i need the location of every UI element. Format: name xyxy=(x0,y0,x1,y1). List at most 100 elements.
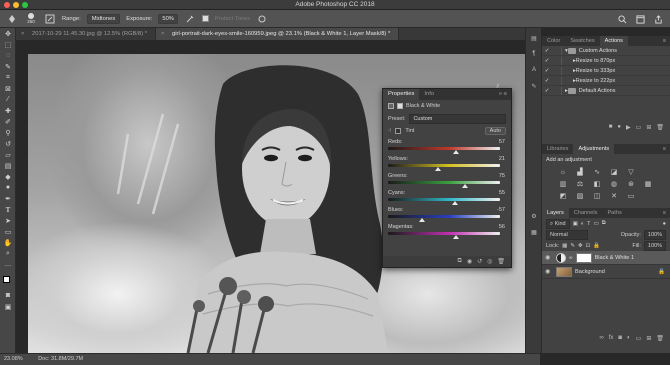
action-set-row[interactable]: ✓ ▾ Custom Actions xyxy=(542,46,670,56)
slider-blues[interactable]: Blues: -57 xyxy=(383,205,511,222)
filter-smart-icon[interactable]: ⧉ xyxy=(602,220,606,227)
slider-cyans[interactable]: Cyans: 55 xyxy=(383,188,511,205)
quick-select-tool-icon[interactable]: ✎ xyxy=(0,61,16,72)
lock-pixels-icon[interactable]: ▦ xyxy=(562,243,567,249)
dodge-tool-icon[interactable]: ● xyxy=(0,182,16,193)
brightness-contrast-icon[interactable]: ☼ xyxy=(558,168,568,177)
move-tool-icon[interactable]: ✥ xyxy=(0,28,16,39)
lock-artboard-icon[interactable]: ⊡ xyxy=(586,243,591,249)
eyedropper-tool-icon[interactable]: ⁄ xyxy=(0,94,16,105)
clip-to-layer-icon[interactable]: ⧉ xyxy=(458,258,462,265)
history-brush-tool-icon[interactable]: ↺ xyxy=(0,138,16,149)
eye-icon[interactable]: ◉ xyxy=(545,268,553,275)
tab-adjustments[interactable]: Adjustments xyxy=(573,144,615,154)
quick-mask-icon[interactable]: ◙ xyxy=(0,290,16,301)
slider-knob[interactable] xyxy=(453,235,460,239)
minimize-window-button[interactable] xyxy=(13,2,19,8)
toggle-check-icon[interactable]: ✓ xyxy=(542,48,552,54)
close-tab-icon[interactable]: × xyxy=(161,28,164,40)
protect-tones-checkbox[interactable] xyxy=(201,15,209,22)
panel-menu-icon[interactable]: » ≡ xyxy=(499,89,511,100)
curves-icon[interactable]: ∿ xyxy=(592,168,602,177)
tab-document-2[interactable]: × girl-portrait-dark-eyes-smile-160959.j… xyxy=(156,28,400,40)
slider-value[interactable]: 55 xyxy=(499,190,505,196)
airbrush-icon[interactable] xyxy=(184,13,196,25)
channel-mixer-icon[interactable]: ⊛ xyxy=(626,180,636,189)
brush-preset-picker[interactable]: 250 xyxy=(24,13,38,25)
slider-yellows[interactable]: Yellows: 21 xyxy=(383,154,511,171)
color-lookup-icon[interactable]: ▦ xyxy=(643,180,653,189)
color-balance-icon[interactable]: ⚖ xyxy=(575,180,585,189)
healing-brush-tool-icon[interactable]: ✚ xyxy=(0,105,16,116)
share-icon[interactable] xyxy=(652,13,664,25)
tab-actions[interactable]: Actions xyxy=(599,36,628,46)
hand-tool-icon[interactable]: ✋ xyxy=(0,237,16,248)
range-select[interactable]: Midtones xyxy=(86,13,121,24)
tab-swatches[interactable]: Swatches xyxy=(565,36,599,46)
clone-stamp-tool-icon[interactable]: ⚲ xyxy=(0,127,16,138)
record-icon[interactable]: ● xyxy=(617,124,621,130)
history-panel-icon[interactable]: ▤ xyxy=(526,32,542,44)
exposure-icon[interactable]: ◪ xyxy=(609,168,619,177)
slider-value[interactable]: 75 xyxy=(499,173,505,179)
reset-icon[interactable]: ↺ xyxy=(477,258,482,265)
color-swatches[interactable] xyxy=(0,274,16,290)
link-layers-icon[interactable]: ∞ xyxy=(599,335,603,341)
brushes-panel-icon[interactable]: ✎ xyxy=(526,80,542,92)
pen-tool-icon[interactable]: ✒ xyxy=(0,193,16,204)
glyphs-panel-icon[interactable]: ▦ xyxy=(526,226,542,238)
search-icon[interactable] xyxy=(616,13,628,25)
lock-all-icon[interactable]: 🔒 xyxy=(593,243,600,249)
filter-pixel-icon[interactable]: ▣ xyxy=(573,221,578,227)
frame-tool-icon[interactable]: ⊠ xyxy=(0,83,16,94)
toggle-check-icon[interactable]: ✓ xyxy=(542,68,552,74)
layer-row[interactable]: ◉ Background 🔒 xyxy=(542,265,670,279)
exposure-input[interactable]: 50% xyxy=(158,13,178,24)
layer-row[interactable]: ◉ ∞ Black & White 1 xyxy=(542,251,670,265)
slider-value[interactable]: -57 xyxy=(497,207,505,213)
screen-mode-icon[interactable]: ▣ xyxy=(0,301,16,312)
slider-value[interactable]: 21 xyxy=(499,156,505,162)
new-group-icon[interactable]: ▭ xyxy=(636,335,642,342)
filter-shape-icon[interactable]: ▭ xyxy=(594,221,599,227)
tab-document-1[interactable]: × 2017-10-29 11.45.30.jpg @ 12.5% (RGB/8… xyxy=(16,28,157,40)
targeted-adjustment-icon[interactable]: ☝ xyxy=(388,128,391,134)
preset-select[interactable]: Custom xyxy=(409,113,506,124)
slider-reds[interactable]: Reds: 57 xyxy=(383,137,511,154)
action-row[interactable]: ✓ ▸ Resize to 333px xyxy=(542,66,670,76)
lasso-tool-icon[interactable]: ◌ xyxy=(0,50,16,61)
invert-icon[interactable]: ◩ xyxy=(558,192,568,201)
slider-value[interactable]: 56 xyxy=(499,224,505,230)
properties-panel-icon[interactable]: ⚙ xyxy=(526,210,542,222)
pressure-size-icon[interactable] xyxy=(256,13,268,25)
chain-link-icon[interactable]: ∞ xyxy=(569,255,573,261)
layer-name[interactable]: Background xyxy=(575,269,605,275)
rectangle-tool-icon[interactable]: ▭ xyxy=(0,226,16,237)
tab-properties[interactable]: Properties xyxy=(383,89,420,100)
layer-mask-icon[interactable] xyxy=(397,103,403,109)
character-panel-icon[interactable]: A xyxy=(526,64,542,76)
layer-thumbnail[interactable] xyxy=(556,266,572,277)
path-selection-tool-icon[interactable]: ➤ xyxy=(0,215,16,226)
panel-menu-icon[interactable]: ≡ xyxy=(663,144,670,154)
tab-channels[interactable]: Channels xyxy=(569,208,603,218)
layer-mask-thumbnail[interactable] xyxy=(575,252,592,263)
filter-adjustment-icon[interactable]: ◐ xyxy=(581,221,584,227)
tab-info[interactable]: Info xyxy=(419,89,439,100)
tab-color[interactable]: Color xyxy=(542,36,565,46)
workspace-icon[interactable] xyxy=(634,13,646,25)
adjustment-layer-icon[interactable] xyxy=(388,103,394,109)
panel-menu-icon[interactable]: ≡ xyxy=(663,36,670,46)
slider-greens[interactable]: Greens: 75 xyxy=(383,171,511,188)
photo-filter-icon[interactable]: ◍ xyxy=(609,180,619,189)
gradient-tool-icon[interactable]: ▤ xyxy=(0,160,16,171)
filter-toggle-icon[interactable]: ● xyxy=(663,221,666,227)
gradient-map-icon[interactable]: ▭ xyxy=(626,192,636,201)
action-row[interactable]: ✓ ▸ Resize to 870px xyxy=(542,56,670,66)
tint-checkbox[interactable] xyxy=(395,128,402,134)
lock-paint-icon[interactable]: ✎ xyxy=(570,243,575,249)
fill-input[interactable]: 100% xyxy=(643,240,666,251)
brush-settings-icon[interactable] xyxy=(44,13,56,25)
play-icon[interactable]: ▶ xyxy=(626,124,631,131)
vibrance-icon[interactable]: ▽ xyxy=(626,168,636,177)
